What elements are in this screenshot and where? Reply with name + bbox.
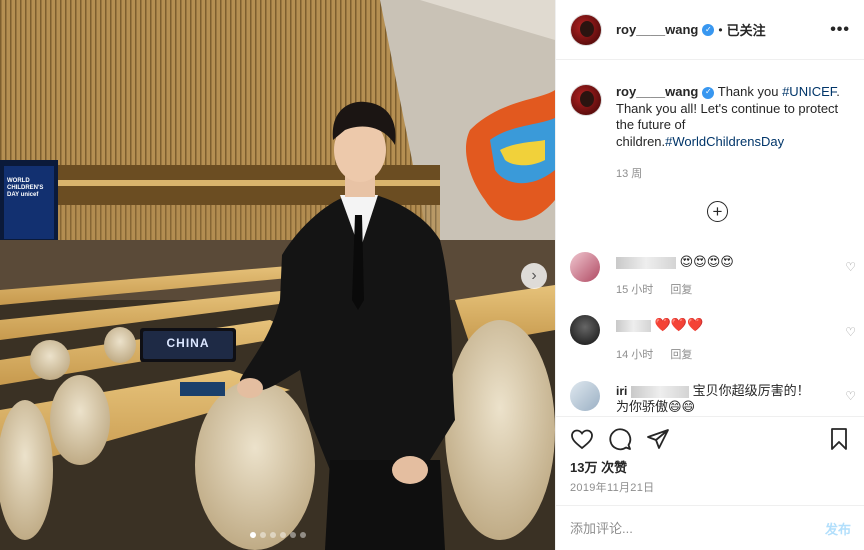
avatar[interactable]	[570, 252, 600, 282]
comment-text: iri 宝贝你超级厉害的！为你骄傲😄😄	[616, 383, 816, 415]
comment-input[interactable]	[570, 520, 825, 536]
slide-dot	[279, 532, 286, 538]
comment-item: ❤️❤️❤️ 14 小时 回复 ♡	[570, 315, 860, 365]
photo-illustration	[0, 0, 555, 550]
hashtag-link[interactable]: #UNICEF	[782, 84, 836, 99]
blurred-username	[630, 385, 689, 398]
hashtag-link[interactable]: #WorldChildrensDay	[665, 134, 784, 149]
caption-text: roy____wang ✓ Thank you #UNICEF. Thank yo…	[616, 84, 856, 150]
slide-dot	[249, 532, 256, 538]
verified-badge-icon: ✓	[702, 23, 715, 36]
comment-username[interactable]: iri	[616, 384, 627, 398]
comment-meta: 15 小时 回复	[616, 281, 706, 297]
caption-username[interactable]: roy____wang	[616, 84, 698, 99]
post-photo[interactable]: CHINA WORLD CHILDREN'S DAY unicef ›	[0, 0, 555, 550]
action-bar	[556, 416, 864, 451]
like-heart-icon[interactable]	[570, 427, 594, 451]
comment-item: 😍😍😍😍 15 小时 回复 ♡	[570, 252, 860, 302]
screen-text: WORLD CHILDREN'S DAY unicef	[7, 178, 44, 198]
chevron-right-icon: ›	[531, 267, 537, 284]
slide-dot	[299, 532, 306, 538]
comment-bubble-icon[interactable]	[608, 427, 632, 451]
post-header: roy____wang ✓ • 已关注 •••	[556, 0, 864, 60]
post-caption: roy____wang ✓ Thank you #UNICEF. Thank yo…	[570, 84, 860, 150]
reply-button[interactable]: 回复	[670, 284, 692, 296]
post-date[interactable]: 2019年11月21日	[570, 479, 654, 495]
avatar[interactable]	[570, 315, 600, 345]
header-username[interactable]: roy____wang	[616, 22, 698, 37]
next-slide-button[interactable]: ›	[521, 263, 547, 289]
slide-dot	[269, 532, 276, 538]
post-comment-button[interactable]: 发布	[825, 519, 851, 538]
comment-text: ❤️❤️❤️	[616, 317, 841, 333]
load-more-comments-icon[interactable]: +	[707, 201, 728, 222]
comment-emoji: ❤️❤️❤️	[654, 317, 704, 332]
more-options-icon[interactable]: •••	[830, 21, 850, 39]
avatar[interactable]	[570, 13, 602, 46]
avatar[interactable]	[570, 84, 602, 116]
post-sidebar: roy____wang ✓ • 已关注 ••• roy____wang ✓ Tha…	[555, 0, 864, 550]
like-comment-heart-icon[interactable]: ♡	[845, 389, 856, 403]
comment-text: 😍😍😍😍	[616, 254, 841, 270]
caption-time[interactable]: 13 周	[616, 165, 642, 181]
comment-item: iri 宝贝你超级厉害的！为你骄傲😄😄 ♡	[570, 381, 860, 415]
reply-button[interactable]: 回复	[670, 349, 692, 361]
comment-emoji: 😍😍😍😍	[679, 254, 734, 269]
comment-meta: 14 小时 回复	[616, 346, 706, 362]
china-sign-text: CHINA	[166, 336, 210, 350]
avatar[interactable]	[570, 381, 600, 411]
blurred-username	[616, 256, 676, 269]
blurred-username	[616, 319, 651, 332]
slide-indicator	[0, 532, 555, 538]
share-paper-plane-icon[interactable]	[646, 427, 670, 451]
add-comment-bar: 发布	[556, 505, 864, 550]
verified-badge-icon: ✓	[702, 86, 715, 99]
slide-dot	[289, 532, 296, 538]
like-count[interactable]: 13万 次赞	[570, 457, 627, 476]
caption-text-pre: Thank you	[714, 84, 783, 99]
like-comment-heart-icon[interactable]: ♡	[845, 325, 856, 339]
comment-time[interactable]: 14 小时	[616, 349, 653, 361]
following-button[interactable]: 已关注	[727, 20, 766, 39]
instagram-post: CHINA WORLD CHILDREN'S DAY unicef › roy_…	[0, 0, 864, 550]
like-comment-heart-icon[interactable]: ♡	[845, 260, 856, 274]
comment-time[interactable]: 15 小时	[616, 284, 653, 296]
slide-dot	[259, 532, 266, 538]
separator-dot: •	[718, 22, 723, 37]
bookmark-icon[interactable]	[827, 427, 851, 451]
